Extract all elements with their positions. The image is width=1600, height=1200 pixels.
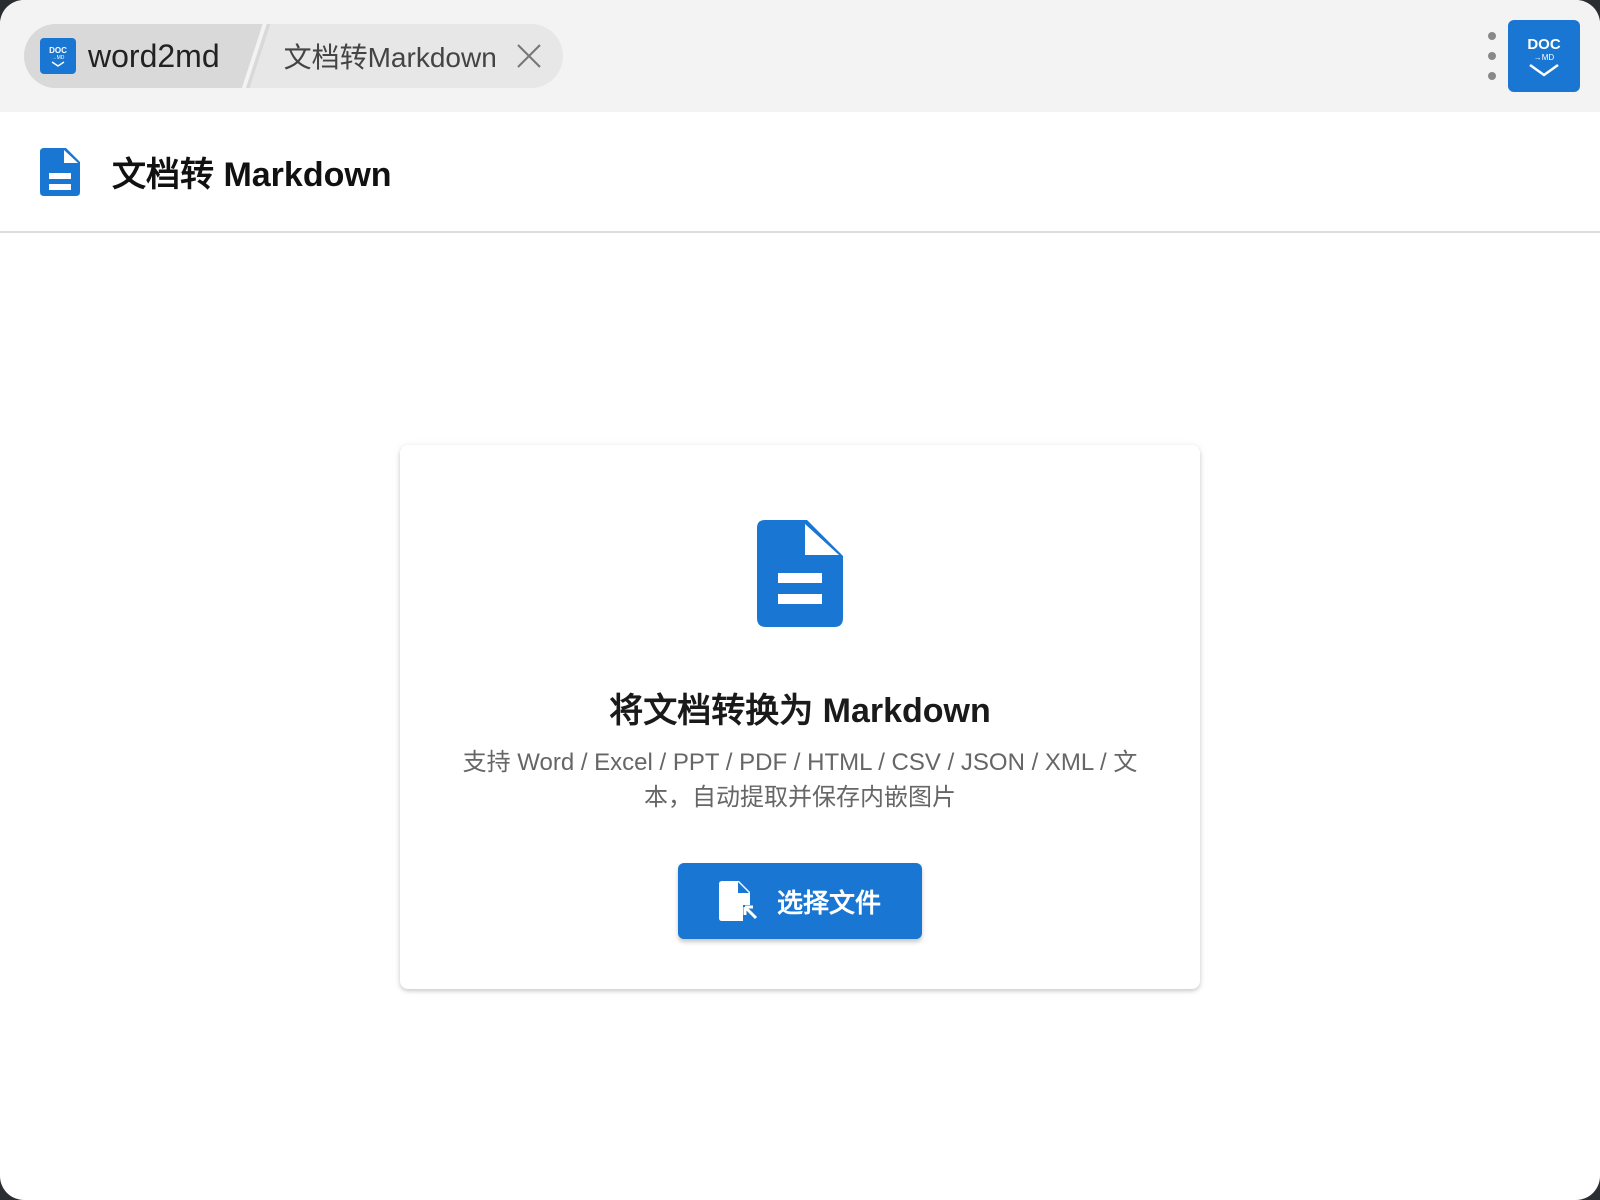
select-file-button[interactable]: 选择文件 [678,863,922,939]
card-title: 将文档转换为 Markdown [609,692,991,730]
select-file-button-label: 选择文件 [776,887,881,918]
document-icon [40,147,80,196]
tab-app[interactable]: DOC →MD word2md [24,24,246,88]
tab-bar: DOC →MD word2md 文档转Markdown DOC →MD [0,0,1600,112]
app-logo-icon: DOC →MD [40,38,76,74]
corner-app-subtext: →MD [1533,52,1555,62]
more-vertical-icon[interactable] [1480,32,1504,80]
page-title: 文档转 Markdown [112,156,392,194]
chevron-down-icon [1529,63,1559,77]
app-window: DOC →MD word2md 文档转Markdown DOC →MD 文档转 … [0,0,1600,1200]
app-header: 文档转 Markdown [0,112,1600,233]
tab-document-label: 文档转Markdown [283,42,497,73]
tab-app-name: word2md [88,37,220,74]
tab-document[interactable]: 文档转Markdown [246,24,563,88]
document-icon [757,520,843,627]
app-logo-text: DOC [49,45,67,55]
chevron-down-icon [51,60,65,67]
card-description: 支持 Word / Excel / PPT / PDF / HTML / CSV… [462,749,1138,811]
upload-card: 将文档转换为 Markdown 支持 Word / Excel / PPT / … [400,445,1200,989]
file-select-icon [718,881,757,921]
close-icon[interactable] [513,40,545,72]
corner-app-text: DOC [1527,35,1561,53]
corner-app-button[interactable]: DOC →MD [1508,20,1580,92]
tab-group: DOC →MD word2md 文档转Markdown [24,24,563,88]
